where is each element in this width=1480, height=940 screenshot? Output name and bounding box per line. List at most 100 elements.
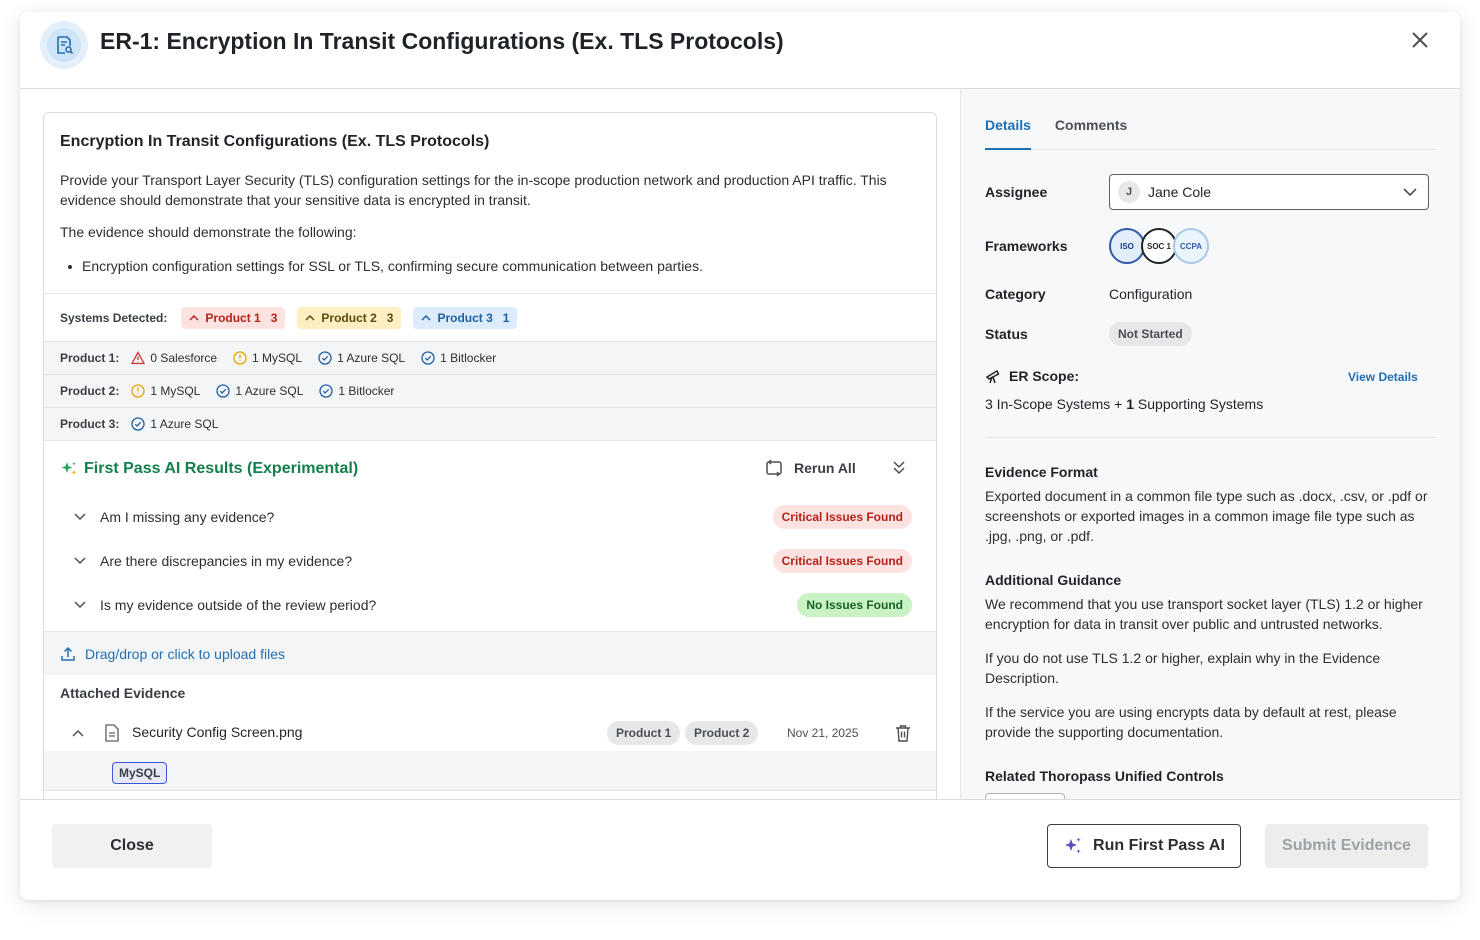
product-system-text: 1 Bitlocker (338, 384, 395, 398)
ai-question-text: Is my evidence outside of the review per… (100, 597, 377, 613)
scope-prefix: 3 In-Scope Systems + (985, 396, 1127, 412)
card-demonstrate-intro: The evidence should demonstrate the foll… (60, 224, 357, 240)
status-badge: No Issues Found (797, 593, 912, 617)
file-icon (105, 724, 119, 742)
chevron-down-icon (74, 513, 86, 521)
evidence-file-row: Security Config Screen.png Product 1 Pro… (44, 715, 936, 751)
rerun-all-button[interactable]: Rerun All (764, 459, 856, 477)
guidance-text: If the service you are using encrypts da… (985, 704, 1397, 740)
card-title: Encryption In Transit Configurations (Ex… (60, 133, 490, 150)
run-first-pass-ai-button[interactable]: Run First Pass AI (1047, 824, 1241, 868)
trash-icon[interactable] (895, 724, 911, 742)
ccpa-badge-icon[interactable]: CCPA (1173, 228, 1209, 264)
ai-question-row[interactable]: Am I missing any evidence? Critical Issu… (72, 504, 912, 530)
warning-triangle-icon (131, 351, 146, 365)
framework-label: CCPA (1179, 241, 1203, 251)
ai-question-text: Am I missing any evidence? (100, 509, 275, 525)
check-circle-icon (131, 417, 145, 431)
soc-badge-icon[interactable]: SOC 1 (1141, 228, 1177, 264)
collapse-all-icon[interactable] (892, 459, 912, 481)
rerun-all-label: Rerun All (794, 460, 856, 476)
left-panel: Encryption In Transit Configurations (Ex… (20, 89, 960, 812)
frameworks-label: Frameworks (985, 238, 1068, 254)
sparkle-icon (1065, 837, 1081, 854)
close-button[interactable]: Close (52, 824, 212, 868)
evidence-file-detail-row: MySQL (44, 751, 936, 791)
ai-results-title: First Pass AI Results (Experimental) (84, 460, 359, 477)
exclamation-circle-icon (131, 384, 145, 398)
evidence-format-text: Exported document in a common file type … (985, 488, 1428, 544)
chevron-down-icon (1403, 188, 1417, 197)
product-system-text: 1 MySQL (150, 384, 201, 398)
product-row-label: Product 3: (60, 417, 120, 431)
product-system-text: 1 Bitlocker (440, 351, 497, 365)
tab-details[interactable]: Details (985, 115, 1031, 150)
exclamation-circle-icon (233, 351, 247, 365)
check-circle-icon (421, 351, 435, 365)
evidence-file-name[interactable]: Security Config Screen.png (132, 724, 302, 740)
er-scope-heading: ER Scope: (985, 368, 1079, 384)
guidance-text: We recommend that you use transport sock… (985, 596, 1423, 632)
system-chip-product-1[interactable]: Product 1 3 (181, 306, 286, 329)
modal-title: ER-1: Encryption In Transit Configuratio… (100, 28, 784, 54)
product-system-text: 1 MySQL (252, 351, 303, 365)
chevron-up-icon (189, 314, 199, 321)
scope-suffix: Supporting Systems (1134, 396, 1264, 412)
product-system-text: 1 Azure SQL (235, 384, 304, 398)
system-chip-product-2[interactable]: Product 2 3 (297, 306, 402, 329)
upload-dropzone[interactable]: Drag/drop or click to upload files (44, 631, 936, 675)
file-product-tag: Product 1 (607, 721, 681, 745)
assignee-name: Jane Cole (1148, 184, 1212, 200)
chevron-up-icon (305, 314, 315, 321)
submit-evidence-button[interactable]: Submit Evidence (1265, 824, 1428, 868)
ai-results-heading: First Pass AI Results (Experimental) (60, 460, 358, 478)
system-chip-count: 3 (386, 310, 394, 325)
modal-header: ER-1: Encryption In Transit Configuratio… (20, 12, 1460, 89)
tab-comments[interactable]: Comments (1055, 115, 1127, 149)
check-circle-icon (216, 384, 231, 398)
file-product-tag: Product 2 (685, 721, 759, 745)
close-icon[interactable] (1406, 26, 1434, 54)
system-chip-label: Product 3 (437, 310, 493, 325)
guidance-text: If you do not use TLS 1.2 or higher, exp… (985, 650, 1381, 686)
card-bullet-text: Encryption configuration settings for SS… (82, 258, 703, 274)
view-details-link[interactable]: View Details (1348, 370, 1418, 384)
ai-question-text: Are there discrepancies in my evidence? (100, 553, 353, 569)
product-row-label: Product 2: (60, 384, 120, 398)
system-chip-product-3[interactable]: Product 3 1 (413, 306, 518, 329)
related-controls-heading: Related Thoropass Unified Controls (985, 768, 1224, 784)
attached-evidence-label: Attached Evidence (60, 685, 186, 701)
product-system-text: 1 Azure SQL (150, 417, 219, 431)
card-description: Provide your Transport Layer Security (T… (60, 172, 887, 208)
chevron-up-icon[interactable] (70, 725, 86, 741)
system-chip-count: 3 (270, 310, 278, 325)
upload-label: Drag/drop or click to upload files (85, 645, 285, 662)
system-chip-label: Product 2 (321, 310, 377, 325)
avatar: J (1118, 181, 1140, 203)
iso-badge-icon[interactable]: ISO (1109, 228, 1145, 264)
assignee-select[interactable]: J Jane Cole (1109, 174, 1429, 210)
check-circle-icon (318, 351, 332, 365)
sparkle-icon (61, 462, 77, 475)
divider (985, 437, 1437, 438)
evidence-card: Encryption In Transit Configurations (Ex… (43, 112, 937, 812)
evidence-format-heading: Evidence Format (985, 464, 1098, 480)
product-system-item: 1 Bitlocker (421, 351, 496, 365)
product-system-item: 1 Azure SQL (318, 351, 405, 365)
product-system-text: 0 Salesforce (150, 351, 218, 365)
details-tabs: Details Comments (985, 115, 1437, 150)
details-panel: Details Comments Assignee J Jane Cole Fr… (960, 89, 1460, 799)
assignee-label: Assignee (985, 184, 1048, 200)
ai-question-row[interactable]: Are there discrepancies in my evidence? … (72, 548, 912, 574)
check-circle-icon (319, 384, 334, 398)
ai-question-row[interactable]: Is my evidence outside of the review per… (72, 592, 912, 618)
system-chip-label: Product 1 (205, 310, 261, 325)
status-badge: Critical Issues Found (772, 505, 912, 529)
chevron-down-icon (74, 557, 86, 565)
product-system-item: 1 Azure SQL (216, 384, 303, 398)
status-badge: Critical Issues Found (772, 549, 912, 573)
card-bullet: Encryption configuration settings for SS… (68, 258, 703, 274)
product-row-3: Product 3: 1 Azure SQL (44, 408, 936, 441)
product-system-item: 1 MySQL (233, 351, 302, 365)
system-tag-mysql[interactable]: MySQL (112, 762, 168, 784)
